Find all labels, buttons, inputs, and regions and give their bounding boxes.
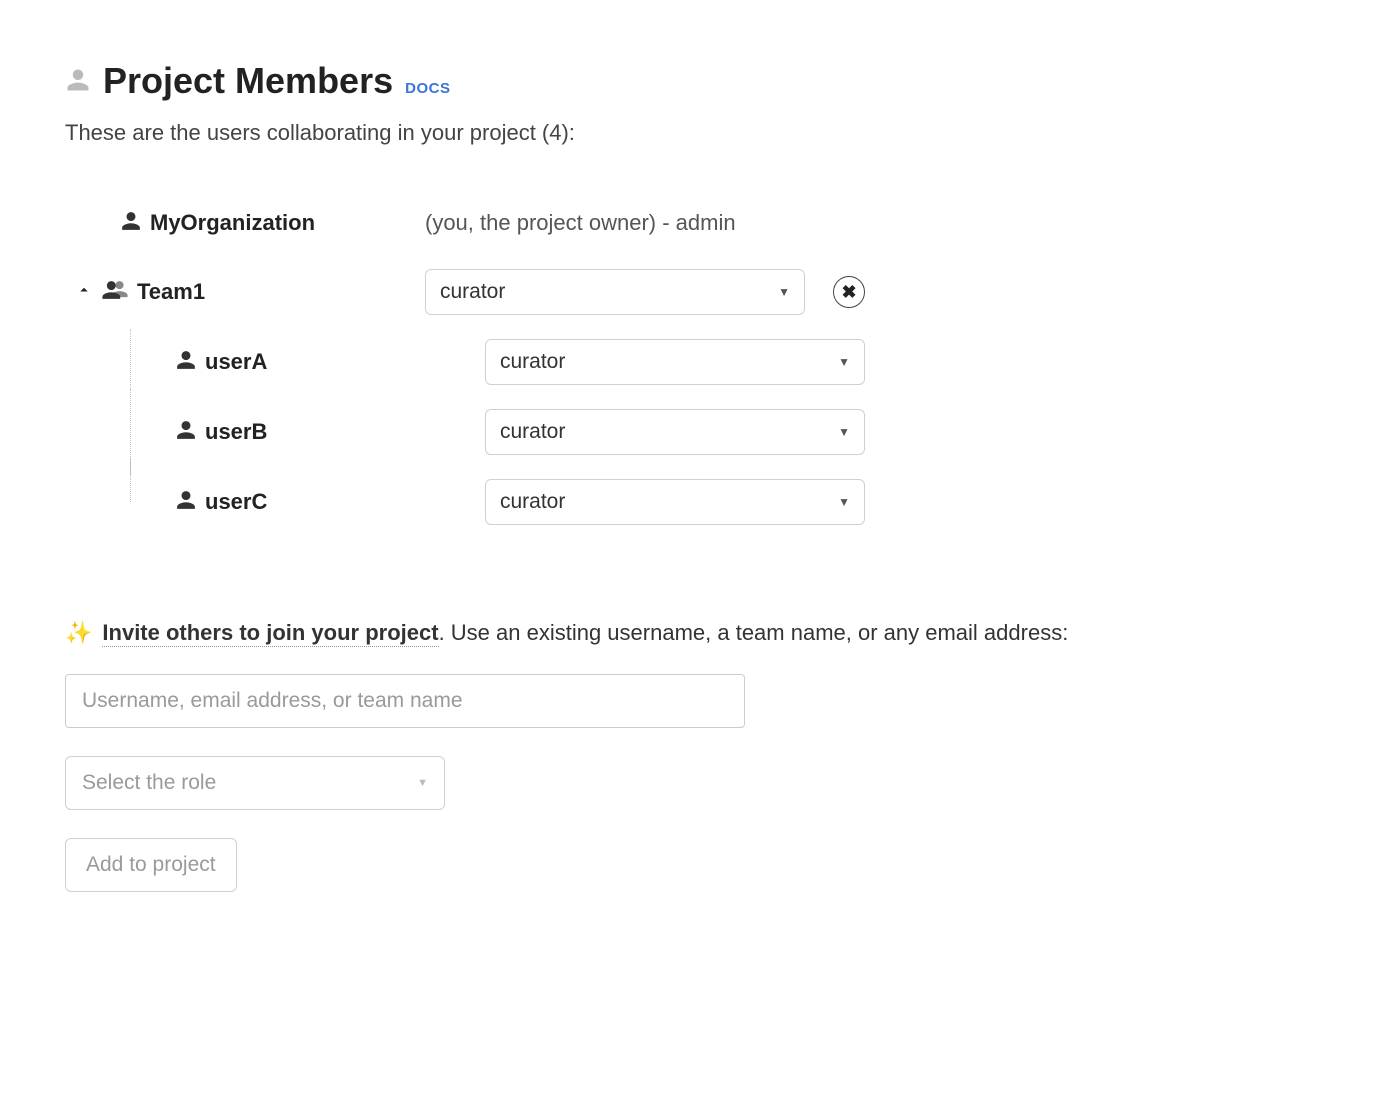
collapse-icon[interactable] [75, 281, 93, 304]
invite-username-input[interactable] [65, 674, 745, 728]
member-name: userC [205, 489, 267, 515]
user-icon [175, 489, 197, 516]
close-icon: ✖ [841, 282, 856, 303]
invite-role-placeholder: Select the role [82, 771, 216, 795]
owner-name: MyOrganization [150, 210, 315, 236]
remove-team-button[interactable]: ✖ [833, 276, 865, 308]
add-to-project-button[interactable]: Add to project [65, 838, 237, 892]
owner-row: MyOrganization (you, the project owner) … [65, 201, 1333, 245]
team-member-row: userB curator ▼ [65, 409, 1333, 455]
member-role-value: curator [500, 420, 565, 444]
team-member-row: userA curator ▼ [65, 339, 1333, 385]
docs-link[interactable]: DOCS [405, 80, 450, 97]
caret-down-icon: ▼ [838, 495, 850, 509]
member-role-select[interactable]: curator ▼ [485, 409, 865, 455]
member-role-value: curator [500, 350, 565, 374]
caret-down-icon: ▼ [838, 425, 850, 439]
page-title: Project Members [65, 60, 393, 102]
invite-heading-strong: Invite others to join your project [102, 620, 438, 647]
user-icon [175, 419, 197, 446]
sparkles-icon: ✨ [65, 620, 92, 646]
invite-role-select[interactable]: Select the role ▼ [65, 756, 445, 810]
member-role-value: curator [500, 490, 565, 514]
subtitle-text: These are the users collaborating in you… [65, 120, 1333, 146]
user-icon [175, 349, 197, 376]
page-title-text: Project Members [103, 60, 393, 102]
members-list: MyOrganization (you, the project owner) … [65, 201, 1333, 525]
invite-heading-rest: . Use an existing username, a team name,… [439, 620, 1069, 645]
caret-down-icon: ▼ [417, 777, 428, 789]
member-name: userB [205, 419, 267, 445]
member-role-select[interactable]: curator ▼ [485, 479, 865, 525]
team-icon [101, 279, 129, 306]
team-member-row: userC curator ▼ [65, 479, 1333, 525]
member-role-select[interactable]: curator ▼ [485, 339, 865, 385]
team-row: Team1 curator ▼ ✖ [65, 269, 1333, 315]
user-icon [120, 210, 142, 237]
team-role-value: curator [440, 280, 505, 304]
team-role-select[interactable]: curator ▼ [425, 269, 805, 315]
owner-note: (you, the project owner) - admin [425, 210, 736, 236]
user-silhouette-icon [65, 60, 91, 102]
tree-line [130, 459, 131, 502]
caret-down-icon: ▼ [778, 285, 790, 299]
team-name: Team1 [137, 279, 205, 305]
caret-down-icon: ▼ [838, 355, 850, 369]
member-name: userA [205, 349, 267, 375]
invite-heading: ✨ Invite others to join your project. Us… [65, 620, 1333, 646]
invite-section: ✨ Invite others to join your project. Us… [65, 620, 1333, 892]
